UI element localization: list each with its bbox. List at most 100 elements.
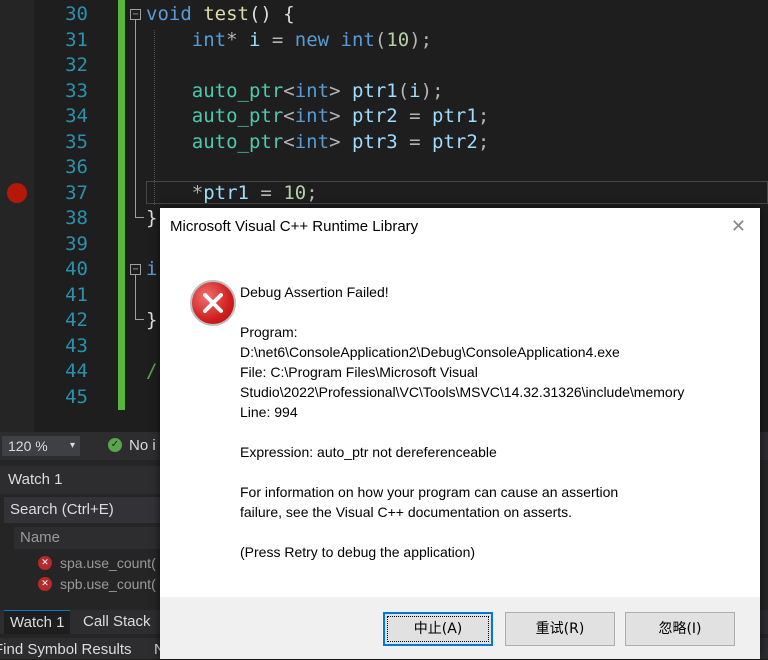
variable: ptr1	[203, 182, 249, 204]
operator: >	[329, 80, 352, 102]
abort-button[interactable]: 中止(A)	[383, 612, 493, 646]
code-text: () {	[248, 3, 295, 25]
code-line-31[interactable]: int* i = new int(10);	[146, 28, 432, 53]
change-tracking-bar	[118, 0, 125, 410]
line-number: 41	[65, 284, 88, 306]
variable: ptr2	[432, 131, 478, 153]
type-name: auto_ptr	[191, 105, 284, 127]
watch-panel-title: Watch 1	[0, 466, 160, 494]
zoom-dropdown[interactable]: 120 % ▾	[2, 436, 80, 456]
operator: ;	[477, 105, 490, 127]
line-number: 43	[65, 335, 88, 357]
watch-search-input[interactable]: Search (Ctrl+E)	[4, 497, 160, 523]
fold-line	[135, 275, 136, 319]
number: 10	[386, 29, 410, 51]
operator: ;	[477, 131, 490, 153]
variable: ptr1	[351, 80, 398, 102]
operator: *	[226, 29, 249, 51]
assertion-heading: Debug Assertion Failed!	[240, 284, 389, 300]
tab-call-stack[interactable]: Call Stack	[77, 610, 157, 634]
code-line-33[interactable]: auto_ptr<int> ptr1(i);	[146, 79, 444, 104]
expression-text: Expression: auto_ptr not dereferenceable	[240, 444, 497, 460]
close-icon[interactable]: ✕	[731, 216, 746, 237]
keyword: int	[340, 29, 375, 51]
tab-watch-1[interactable]: Watch 1	[4, 610, 71, 634]
operator: =	[248, 182, 284, 204]
chevron-down-icon: ▾	[69, 440, 75, 451]
operator: =	[260, 29, 295, 51]
dialog-title: Microsoft Visual C++ Runtime Library	[170, 218, 419, 235]
line-number: 36	[65, 156, 88, 178]
code-line-34[interactable]: auto_ptr<int> ptr2 = ptr1;	[146, 104, 490, 129]
variable: i	[248, 29, 261, 51]
watch-row[interactable]: ✕ spa.use_count(	[38, 553, 160, 573]
operator: <	[283, 131, 295, 153]
operator: );	[409, 29, 433, 51]
variable: i	[409, 80, 421, 102]
line-number: 34	[65, 105, 88, 127]
watch-row[interactable]: ✕ spb.use_count(	[38, 574, 160, 594]
variable: ptr3	[351, 131, 398, 153]
operator: (	[374, 29, 387, 51]
breakpoint-icon[interactable]	[7, 183, 27, 203]
info-text-line-1: For information on how your program can …	[240, 484, 619, 500]
code-line-40[interactable]: i	[146, 257, 157, 282]
column-header-name[interactable]: Name	[14, 527, 160, 549]
info-text-line-2: failure, see the Visual C++ documentatio…	[240, 504, 573, 520]
issues-status[interactable]: No i	[129, 436, 156, 456]
variable: ptr2	[351, 105, 398, 127]
operator: <	[283, 80, 295, 102]
line-number: 38	[65, 207, 88, 229]
error-icon: ✕	[38, 556, 52, 570]
breakpoint-margin[interactable]	[0, 0, 34, 432]
program-label: Program:	[240, 324, 298, 340]
keyword: int	[294, 105, 330, 127]
code-line-44[interactable]: /	[146, 359, 157, 384]
variable: ptr1	[432, 105, 478, 127]
fold-line	[135, 20, 136, 217]
code-line-38[interactable]: }	[146, 206, 157, 231]
line-number: 42	[65, 309, 88, 331]
keyword: void	[146, 3, 192, 25]
fold-end	[135, 217, 144, 218]
keyword: new	[294, 29, 330, 51]
keyword: int	[294, 131, 330, 153]
operator: );	[420, 80, 444, 102]
retry-button[interactable]: 重试(R)	[505, 612, 615, 646]
file-path-line-2: Studio\2022\Professional\VC\Tools\MSVC\1…	[240, 384, 685, 400]
code-line-37[interactable]: *ptr1 = 10;	[146, 181, 318, 206]
collapse-toggle-icon[interactable]: −	[130, 264, 141, 275]
line-number: 45	[65, 386, 88, 408]
line-number-info: Line: 994	[240, 404, 298, 420]
type-name: auto_ptr	[191, 80, 284, 102]
operator: (	[397, 80, 410, 102]
code-line-35[interactable]: auto_ptr<int> ptr3 = ptr2;	[146, 130, 490, 155]
keyword: int	[294, 80, 330, 102]
line-number: 35	[65, 131, 88, 153]
line-number: 39	[65, 233, 88, 255]
file-path-line-1: File: C:\Program Files\Microsoft Visual	[240, 364, 478, 380]
line-number: 31	[65, 29, 88, 51]
watch-expression: spb.use_count(	[60, 576, 156, 592]
code-line-30[interactable]: void test() {	[146, 2, 295, 27]
find-symbol-results-tab[interactable]: Find Symbol Results	[0, 640, 132, 660]
operator: =	[397, 131, 433, 153]
keyword: int	[191, 29, 227, 51]
collapse-toggle-icon[interactable]: −	[130, 9, 141, 20]
line-number: 32	[65, 54, 88, 76]
watch-expression: spa.use_count(	[60, 555, 156, 571]
retry-hint: (Press Retry to debug the application)	[240, 544, 476, 560]
assertion-dialog: Microsoft Visual C++ Runtime Library ✕ D…	[160, 208, 760, 659]
fold-end	[135, 319, 144, 320]
operator: >	[329, 131, 352, 153]
ignore-button[interactable]: 忽略(I)	[625, 612, 735, 646]
error-icon: ✕	[38, 577, 52, 591]
line-number: 33	[65, 80, 88, 102]
code-line-42[interactable]: }	[146, 308, 157, 333]
line-number: 30	[65, 3, 88, 25]
zoom-value: 120 %	[8, 438, 48, 454]
program-path: D:\net6\ConsoleApplication2\Debug\Consol…	[240, 344, 620, 360]
operator: >	[329, 105, 352, 127]
operator: *	[191, 182, 204, 204]
line-number: 44	[65, 360, 88, 382]
